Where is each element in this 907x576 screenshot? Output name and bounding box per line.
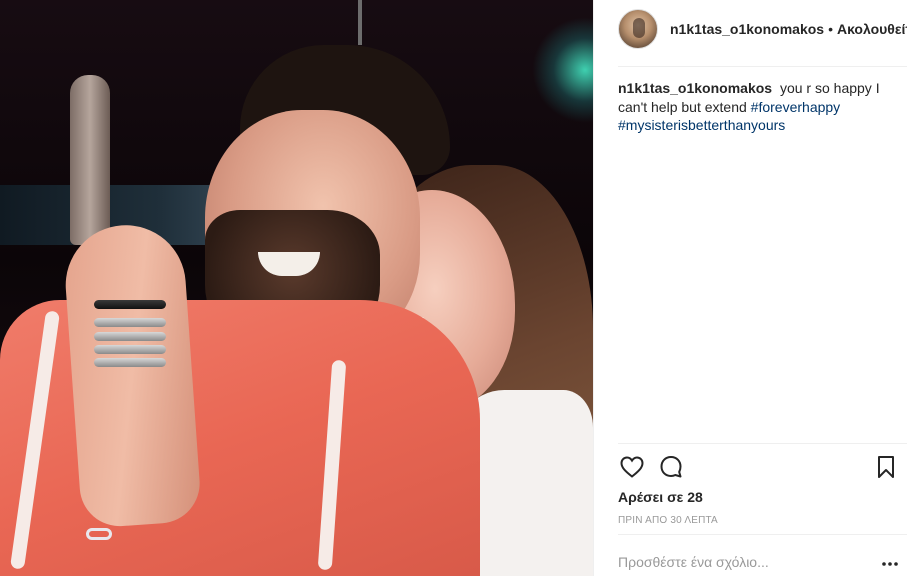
- background-umbrella: [70, 75, 110, 245]
- likes-count[interactable]: Αρέσει σε 28: [618, 489, 703, 505]
- ring: [86, 528, 112, 540]
- post-header: n1k1tas_o1konomakos•Ακολουθείτε: [594, 0, 907, 58]
- comment-input[interactable]: [618, 554, 868, 570]
- bookmark-icon[interactable]: [872, 453, 900, 481]
- comment-icon[interactable]: [657, 453, 685, 481]
- bracelet: [94, 300, 166, 309]
- actions-divider: [618, 443, 907, 444]
- bracelet: [94, 318, 166, 327]
- header-username[interactable]: n1k1tas_o1konomakos: [670, 21, 824, 37]
- post-side-panel: n1k1tas_o1konomakos•Ακολουθείτε n1k1tas_…: [593, 0, 907, 576]
- action-bar: [618, 453, 907, 483]
- caption-username[interactable]: n1k1tas_o1konomakos: [618, 80, 772, 96]
- bracelet: [94, 358, 166, 367]
- post-timestamp[interactable]: ΠΡΙΝ ΑΠΟ 30 ΛΕΠΤΑ: [618, 515, 718, 526]
- header-separator: •: [828, 21, 833, 37]
- more-options-icon[interactable]: [882, 554, 898, 566]
- background-lamp-pole: [358, 0, 362, 45]
- header-text: n1k1tas_o1konomakos•Ακολουθείτε: [670, 21, 907, 37]
- post-caption: n1k1tas_o1konomakos you r so happy I can…: [618, 79, 898, 135]
- comment-box: [618, 548, 907, 576]
- comment-divider: [618, 534, 907, 535]
- woman-arm: [61, 221, 203, 529]
- hashtag-link[interactable]: #foreverhappy: [751, 99, 841, 115]
- heart-icon[interactable]: [618, 453, 646, 481]
- follow-status-button[interactable]: Ακολουθείτε: [837, 21, 907, 37]
- bracelet: [94, 332, 166, 341]
- hashtag-link[interactable]: #mysisterisbetterthanyours: [618, 117, 785, 133]
- header-divider: [618, 66, 907, 67]
- bracelet: [94, 345, 166, 354]
- avatar[interactable]: [618, 9, 658, 49]
- post-photo[interactable]: [0, 0, 593, 576]
